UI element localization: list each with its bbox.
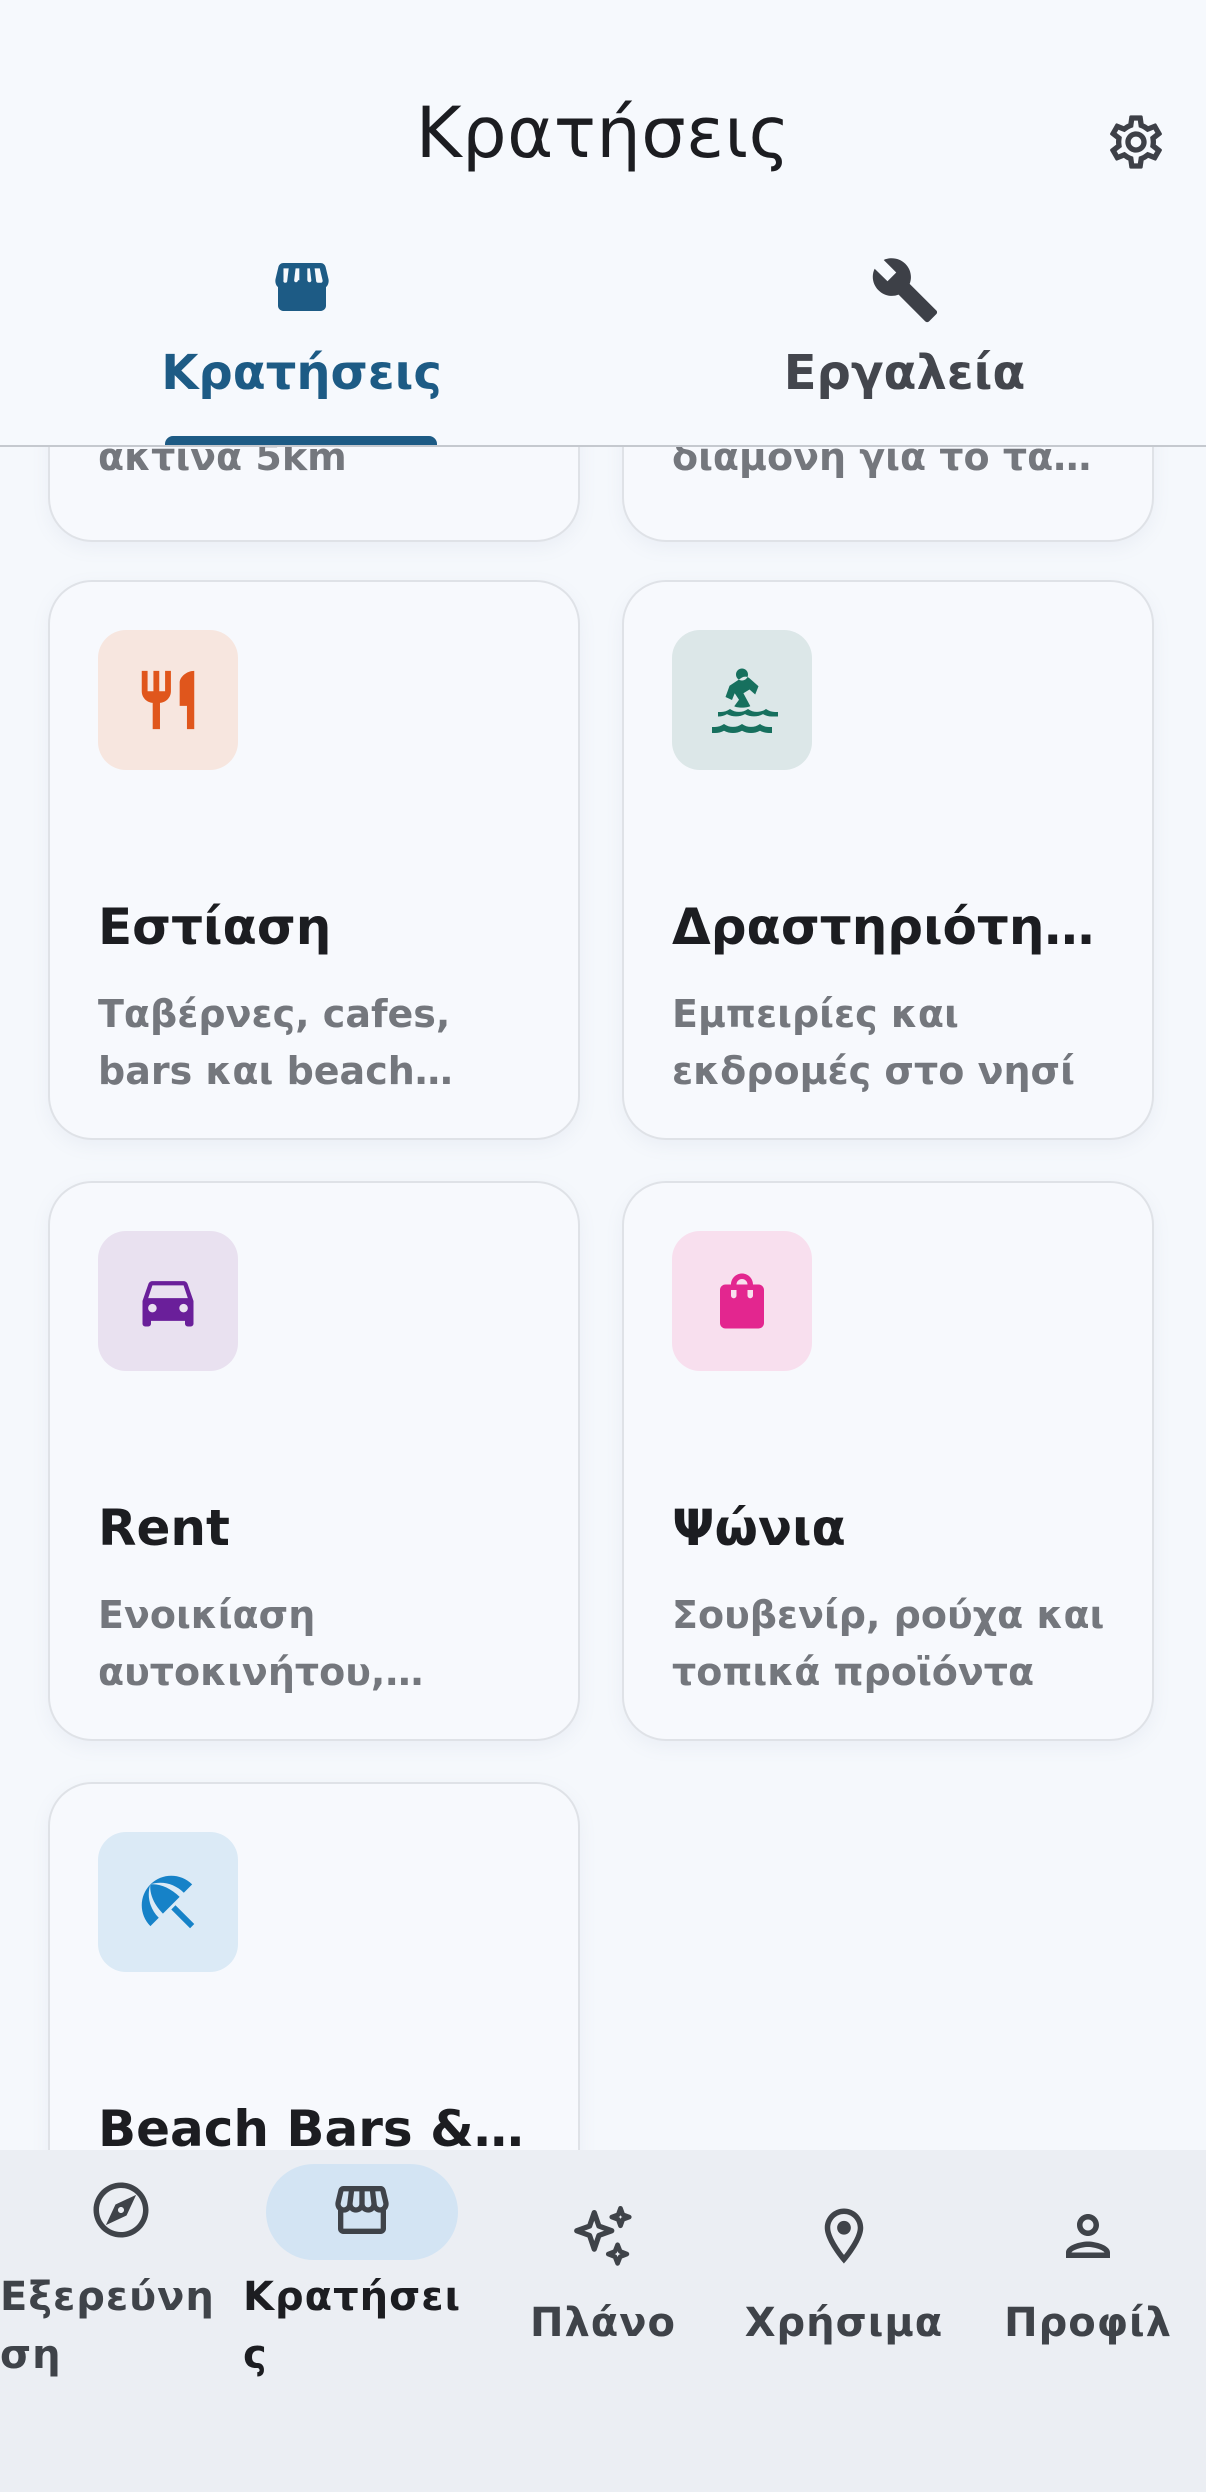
nav-item-profile[interactable]: Προφίλ <box>990 2150 1186 2400</box>
tab-label: Εργαλεία <box>783 345 1026 401</box>
restaurant-icon <box>98 630 238 770</box>
nav-label: Χρήσιμα <box>744 2300 944 2346</box>
nav-item-bookings[interactable]: Κρατήσεις <box>243 2150 469 2400</box>
category-card-activities[interactable]: Δραστηριότητες Εμπειρίες και εκδρομές στ… <box>622 580 1154 1140</box>
storefront-icon <box>335 2186 389 2234</box>
category-card-rent[interactable]: Rent Ενοικίαση αυτοκινήτου, σκούτερ και … <box>48 1181 580 1741</box>
beach-umbrella-icon <box>98 1832 238 1972</box>
person-icon <box>1066 2214 1110 2258</box>
page-title: Κρατήσεις <box>415 92 791 174</box>
category-card-title: Δραστηριότητες <box>672 898 1112 956</box>
nav-item-useful[interactable]: Χρήσιμα <box>736 2150 952 2400</box>
sparkles-icon <box>574 2205 632 2266</box>
category-card-dining[interactable]: Εστίαση Ταβέρνες, cafes, bars και beach … <box>48 580 580 1140</box>
category-card-shopping[interactable]: Ψώνια Σουβενίρ, ρούχα και τοπικά προϊόντ… <box>622 1181 1154 1741</box>
location-pin-icon <box>824 2208 864 2264</box>
category-card-desc: Εμπειρίες και εκδρομές στο νησί <box>672 992 1075 1093</box>
car-icon <box>98 1231 238 1371</box>
tab-bookings[interactable]: Κρατήσεις <box>0 255 603 443</box>
nav-item-plan[interactable]: Πλάνο <box>510 2150 696 2400</box>
app-bar: Κρατήσεις Κρατήσεις Εργαλεία <box>0 0 1206 447</box>
tab-tools[interactable]: Εργαλεία <box>603 255 1206 443</box>
category-card-desc: Ενοικίαση αυτοκινήτου, σκούτερ και ATV <box>98 1593 386 1694</box>
compass-icon <box>93 2182 149 2238</box>
category-card-title: Εστίαση <box>98 898 332 956</box>
tab-indicator <box>165 436 437 445</box>
nav-label: Προφίλ <box>1004 2300 1172 2346</box>
category-card-desc: Ταβέρνες, cafes, bars και beach clubs <box>98 992 451 1093</box>
kayaking-icon <box>672 630 812 770</box>
nav-label: Πλάνο <box>530 2300 676 2346</box>
category-card-beach-bars[interactable]: Beach Bars & Clubs <box>48 1782 580 2150</box>
nav-label: Εξερεύνηση <box>0 2274 215 2378</box>
wrench-icon <box>872 258 937 323</box>
category-card-title: Rent <box>98 1499 230 1557</box>
nav-label: Κρατήσεις <box>243 2274 462 2378</box>
settings-button[interactable] <box>1098 104 1174 180</box>
category-card-desc: Σουβενίρ, ρούχα και τοπικά προϊόντα <box>672 1593 1105 1694</box>
category-card-title: Ψώνια <box>672 1499 846 1557</box>
nav-item-explore[interactable]: Εξερεύνηση <box>0 2150 226 2400</box>
tab-label: Κρατήσεις <box>161 345 442 401</box>
category-card-title: Beach Bars & Clubs <box>98 2100 538 2150</box>
shopping-bag-icon <box>672 1231 812 1371</box>
storefront-icon <box>274 263 329 311</box>
bottom-navigation: Εξερεύνηση Κρατήσεις Πλάνο Χρήσιμα Προφί… <box>0 2150 1206 2492</box>
gear-icon <box>1110 115 1162 169</box>
